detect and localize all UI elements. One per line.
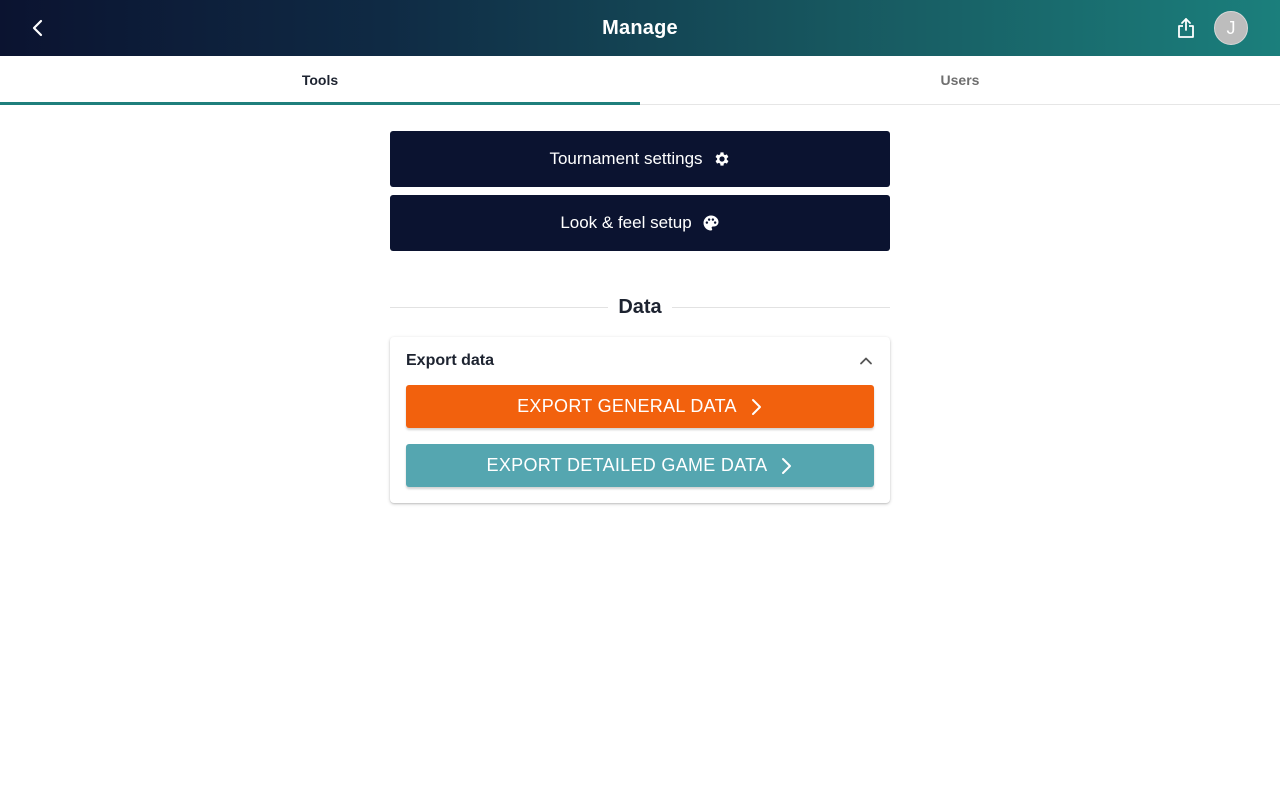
export-general-data-button[interactable]: EXPORT GENERAL DATA xyxy=(406,385,874,428)
button-label: Tournament settings xyxy=(549,149,703,168)
palette-icon xyxy=(702,214,720,232)
divider-line xyxy=(390,306,609,308)
data-section-heading: Data xyxy=(618,295,662,318)
look-and-feel-button[interactable]: Look & feel setup xyxy=(390,195,890,251)
data-section-divider: Data xyxy=(390,291,891,323)
avatar[interactable]: J xyxy=(1214,11,1248,45)
chevron-right-icon xyxy=(749,398,763,416)
tab-label: Users xyxy=(940,72,980,88)
share-button[interactable] xyxy=(1170,12,1202,44)
export-data-card: Export data EXPORT GENERAL DATA EXPORT D… xyxy=(390,337,890,503)
gear-icon xyxy=(713,150,731,168)
tab-users[interactable]: Users xyxy=(640,56,1280,104)
tab-label: Tools xyxy=(301,72,339,88)
avatar-initial: J xyxy=(1226,17,1236,38)
divider-line xyxy=(671,306,891,308)
chevron-right-icon xyxy=(779,457,793,475)
chevron-up-icon[interactable] xyxy=(858,353,874,369)
tab-tools[interactable]: Tools xyxy=(0,56,640,105)
back-button[interactable] xyxy=(22,12,54,44)
page-title: Manage xyxy=(602,16,678,39)
export-detailed-game-data-button[interactable]: EXPORT DETAILED GAME DATA xyxy=(406,444,874,487)
tournament-settings-button[interactable]: Tournament settings xyxy=(390,131,890,187)
chevron-left-icon xyxy=(28,18,48,38)
export-data-title: Export data xyxy=(406,352,495,369)
tools-panel: Tournament settings Look & feel setup Da… xyxy=(390,131,891,503)
button-label: EXPORT GENERAL DATA xyxy=(517,396,737,416)
share-icon xyxy=(1176,17,1196,39)
app-header: Manage J xyxy=(0,0,1280,56)
export-data-header[interactable]: Export data xyxy=(406,337,874,385)
button-label: EXPORT DETAILED GAME DATA xyxy=(486,455,768,475)
tab-bar: Tools Users xyxy=(0,56,1280,105)
button-label: Look & feel setup xyxy=(560,213,692,232)
